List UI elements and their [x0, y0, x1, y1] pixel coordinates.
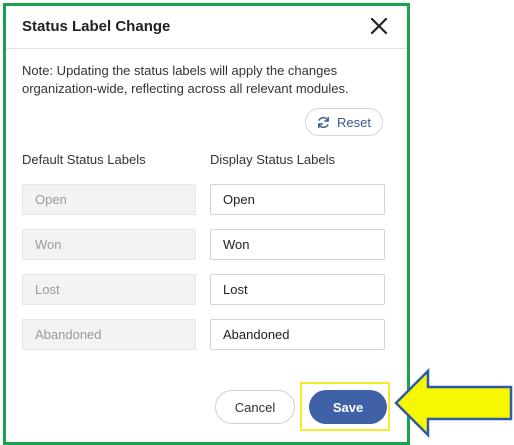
- default-label-won: Won: [22, 229, 196, 260]
- default-label-lost: Lost: [22, 274, 196, 305]
- display-label-won-input[interactable]: [210, 229, 385, 260]
- dialog-note: Note: Updating the status labels will ap…: [22, 63, 349, 96]
- reset-label: Reset: [337, 114, 371, 130]
- display-label-abandoned-input[interactable]: [210, 319, 385, 350]
- display-labels-header: Display Status Labels: [210, 152, 336, 167]
- dialog-header: Status Label Change: [6, 6, 407, 49]
- cancel-button[interactable]: Cancel: [215, 390, 295, 424]
- dialog-title: Status Label Change: [22, 18, 171, 35]
- default-labels-header: Default Status Labels: [22, 152, 146, 167]
- refresh-icon: [318, 116, 329, 128]
- status-label-dialog: Status Label Change Note: Updating the s…: [3, 3, 410, 445]
- default-label-open: Open: [22, 184, 196, 215]
- default-label-abandoned: Abandoned: [22, 319, 196, 350]
- display-label-open-input[interactable]: [210, 184, 385, 215]
- reset-button[interactable]: Reset: [305, 108, 383, 136]
- display-label-lost-input[interactable]: [210, 274, 385, 305]
- save-button[interactable]: Save: [309, 390, 387, 424]
- arrow-pointer-icon: [394, 368, 513, 438]
- close-icon[interactable]: [368, 15, 390, 37]
